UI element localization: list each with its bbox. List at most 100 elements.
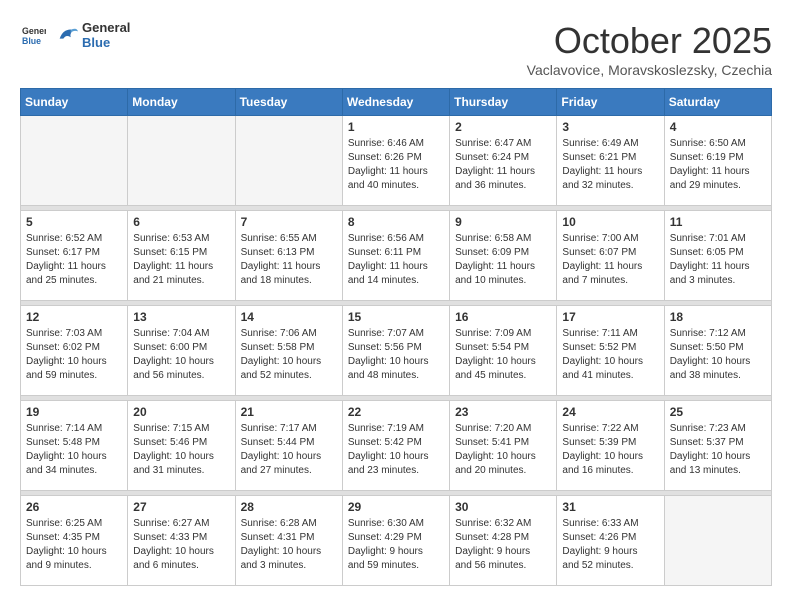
day-number: 13 — [133, 310, 229, 324]
week-row-3: 12Sunrise: 7:03 AM Sunset: 6:02 PM Dayli… — [21, 306, 772, 396]
day-number: 12 — [26, 310, 122, 324]
week-row-2: 5 Sunrise: 6:52 AM Sunset: 6:17 PM Daylig… — [21, 211, 772, 301]
calendar-cell: 28Sunrise: 6:28 AM Sunset: 4:31 PM Dayli… — [235, 496, 342, 586]
weekday-header-saturday: Saturday — [664, 89, 771, 116]
logo-text-blue: Blue — [82, 35, 130, 50]
day-number: 1 — [348, 120, 444, 134]
day-info: Sunrise: 6:25 AM Sunset: 4:35 PM Dayligh… — [26, 517, 122, 573]
day-number: 10 — [562, 215, 658, 229]
day-number: 26 — [26, 500, 122, 514]
day-number: 25 — [670, 405, 766, 419]
day-info: Sunrise: 7:17 AM Sunset: 5:44 PM Dayligh… — [241, 422, 337, 478]
calendar-cell: 1 Sunrise: 6:46 AM Sunset: 6:26 PM Daylig… — [342, 116, 449, 206]
day-info: Sunrise: 7:11 AM Sunset: 5:52 PM Dayligh… — [562, 327, 658, 383]
day-number: 7 — [241, 215, 337, 229]
day-number: 28 — [241, 500, 337, 514]
day-info: Sunrise: 6:49 AM Sunset: 6:21 PM Dayligh… — [562, 137, 658, 193]
day-number: 14 — [241, 310, 337, 324]
day-number: 15 — [348, 310, 444, 324]
weekday-header-wednesday: Wednesday — [342, 89, 449, 116]
day-number: 3 — [562, 120, 658, 134]
day-info: Sunrise: 6:46 AM Sunset: 6:26 PM Dayligh… — [348, 137, 444, 193]
day-number: 17 — [562, 310, 658, 324]
calendar-cell: 5 Sunrise: 6:52 AM Sunset: 6:17 PM Daylig… — [21, 211, 128, 301]
day-number: 18 — [670, 310, 766, 324]
day-number: 22 — [348, 405, 444, 419]
day-info: Sunrise: 7:23 AM Sunset: 5:37 PM Dayligh… — [670, 422, 766, 478]
day-number: 23 — [455, 405, 551, 419]
day-info: Sunrise: 6:47 AM Sunset: 6:24 PM Dayligh… — [455, 137, 551, 193]
calendar-cell: 13 Sunrise: 7:04 AM Sunset: 6:00 PM Dayli… — [128, 306, 235, 396]
day-number: 11 — [670, 215, 766, 229]
day-info: Sunrise: 7:04 AM Sunset: 6:00 PM Dayligh… — [133, 327, 229, 383]
logo: General Blue General Blue — [20, 20, 130, 50]
calendar-cell: 11 Sunrise: 7:01 AM Sunset: 6:05 PM Dayli… — [664, 211, 771, 301]
calendar-cell: 21 Sunrise: 7:17 AM Sunset: 5:44 PM Dayli… — [235, 401, 342, 491]
calendar-cell: 24 Sunrise: 7:22 AM Sunset: 5:39 PM Dayli… — [557, 401, 664, 491]
day-number: 29 — [348, 500, 444, 514]
day-number: 20 — [133, 405, 229, 419]
calendar-cell: 9Sunrise: 6:58 AM Sunset: 6:09 PM Daylig… — [450, 211, 557, 301]
weekday-header-thursday: Thursday — [450, 89, 557, 116]
week-row-5: 26 Sunrise: 6:25 AM Sunset: 4:35 PM Dayli… — [21, 496, 772, 586]
title-block: October 2025 Vaclavovice, Moravskoslezsk… — [527, 20, 772, 78]
day-number: 5 — [26, 215, 122, 229]
svg-text:Blue: Blue — [22, 36, 41, 46]
weekday-header-monday: Monday — [128, 89, 235, 116]
day-info: Sunrise: 6:50 AM Sunset: 6:19 PM Dayligh… — [670, 137, 766, 193]
day-info: Sunrise: 6:33 AM Sunset: 4:26 PM Dayligh… — [562, 517, 658, 573]
calendar-cell: 8 Sunrise: 6:56 AM Sunset: 6:11 PM Daylig… — [342, 211, 449, 301]
calendar-cell: 20 Sunrise: 7:15 AM Sunset: 5:46 PM Dayli… — [128, 401, 235, 491]
weekday-header-sunday: Sunday — [21, 89, 128, 116]
calendar-cell: 14 Sunrise: 7:06 AM Sunset: 5:58 PM Dayli… — [235, 306, 342, 396]
day-info: Sunrise: 7:20 AM Sunset: 5:41 PM Dayligh… — [455, 422, 551, 478]
page-header: General Blue General Blue October 2025 V… — [20, 20, 772, 78]
calendar-table: SundayMondayTuesdayWednesdayThursdayFrid… — [20, 88, 772, 586]
day-info: Sunrise: 6:55 AM Sunset: 6:13 PM Dayligh… — [241, 232, 337, 288]
location-subtitle: Vaclavovice, Moravskoslezsky, Czechia — [527, 62, 772, 78]
day-number: 24 — [562, 405, 658, 419]
day-number: 30 — [455, 500, 551, 514]
calendar-cell: 16Sunrise: 7:09 AM Sunset: 5:54 PM Dayli… — [450, 306, 557, 396]
logo-icon: General Blue — [22, 23, 46, 47]
day-info: Sunrise: 6:52 AM Sunset: 6:17 PM Dayligh… — [26, 232, 122, 288]
weekday-header-friday: Friday — [557, 89, 664, 116]
day-info: Sunrise: 7:15 AM Sunset: 5:46 PM Dayligh… — [133, 422, 229, 478]
calendar-cell — [664, 496, 771, 586]
day-info: Sunrise: 7:01 AM Sunset: 6:05 PM Dayligh… — [670, 232, 766, 288]
calendar-cell: 27Sunrise: 6:27 AM Sunset: 4:33 PM Dayli… — [128, 496, 235, 586]
logo-text-general: General — [82, 20, 130, 35]
day-number: 16 — [455, 310, 551, 324]
calendar-cell — [235, 116, 342, 206]
day-number: 8 — [348, 215, 444, 229]
day-number: 27 — [133, 500, 229, 514]
week-row-4: 19Sunrise: 7:14 AM Sunset: 5:48 PM Dayli… — [21, 401, 772, 491]
day-info: Sunrise: 6:53 AM Sunset: 6:15 PM Dayligh… — [133, 232, 229, 288]
day-number: 9 — [455, 215, 551, 229]
calendar-cell: 7 Sunrise: 6:55 AM Sunset: 6:13 PM Daylig… — [235, 211, 342, 301]
calendar-cell: 31 Sunrise: 6:33 AM Sunset: 4:26 PM Dayli… — [557, 496, 664, 586]
day-info: Sunrise: 6:56 AM Sunset: 6:11 PM Dayligh… — [348, 232, 444, 288]
calendar-cell: 6 Sunrise: 6:53 AM Sunset: 6:15 PM Daylig… — [128, 211, 235, 301]
calendar-cell: 26 Sunrise: 6:25 AM Sunset: 4:35 PM Dayli… — [21, 496, 128, 586]
day-number: 21 — [241, 405, 337, 419]
day-info: Sunrise: 7:14 AM Sunset: 5:48 PM Dayligh… — [26, 422, 122, 478]
month-title: October 2025 — [527, 20, 772, 62]
day-info: Sunrise: 7:12 AM Sunset: 5:50 PM Dayligh… — [670, 327, 766, 383]
day-number: 31 — [562, 500, 658, 514]
day-number: 6 — [133, 215, 229, 229]
calendar-cell: 18 Sunrise: 7:12 AM Sunset: 5:50 PM Dayli… — [664, 306, 771, 396]
calendar-cell: 29Sunrise: 6:30 AM Sunset: 4:29 PM Dayli… — [342, 496, 449, 586]
calendar-cell: 2 Sunrise: 6:47 AM Sunset: 6:24 PM Daylig… — [450, 116, 557, 206]
day-info: Sunrise: 7:22 AM Sunset: 5:39 PM Dayligh… — [562, 422, 658, 478]
calendar-cell: 3 Sunrise: 6:49 AM Sunset: 6:21 PM Daylig… — [557, 116, 664, 206]
day-info: Sunrise: 7:19 AM Sunset: 5:42 PM Dayligh… — [348, 422, 444, 478]
day-number: 2 — [455, 120, 551, 134]
calendar-cell: 23 Sunrise: 7:20 AM Sunset: 5:41 PM Dayli… — [450, 401, 557, 491]
calendar-cell — [128, 116, 235, 206]
weekday-header-tuesday: Tuesday — [235, 89, 342, 116]
day-info: Sunrise: 7:06 AM Sunset: 5:58 PM Dayligh… — [241, 327, 337, 383]
calendar-cell: 12Sunrise: 7:03 AM Sunset: 6:02 PM Dayli… — [21, 306, 128, 396]
calendar-cell: 15Sunrise: 7:07 AM Sunset: 5:56 PM Dayli… — [342, 306, 449, 396]
calendar-cell: 10Sunrise: 7:00 AM Sunset: 6:07 PM Dayli… — [557, 211, 664, 301]
